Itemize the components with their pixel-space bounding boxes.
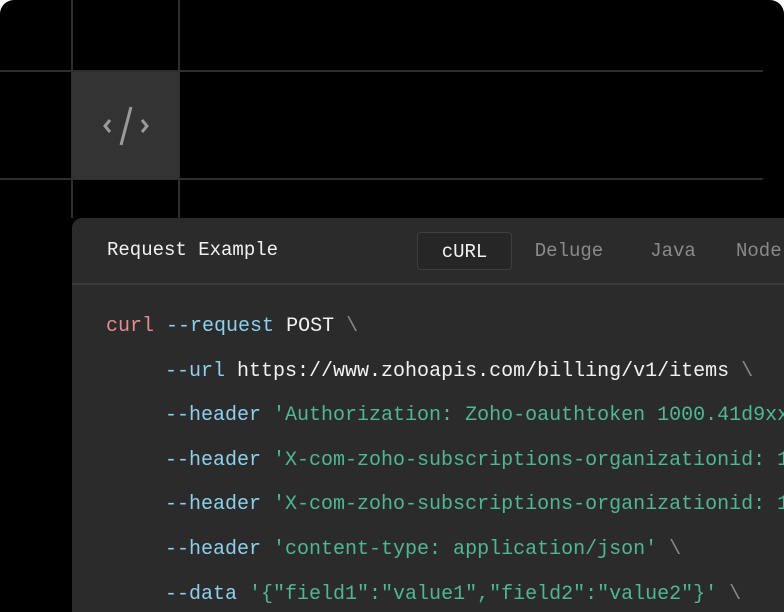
code-line: --header 'X-com-zoho-subscriptions-organ… xyxy=(106,449,784,473)
code-icon-tile xyxy=(72,72,179,179)
code-continuation: \ xyxy=(741,359,754,383)
code-string: '{"field1":"value1","field2":"value2"}' xyxy=(249,582,718,606)
code-flag: --url xyxy=(165,359,226,383)
code-line: --data '{"field1":"value1","field2":"val… xyxy=(106,583,784,607)
code-command: curl xyxy=(106,315,155,338)
code-string: 'Authorization: Zoho-oauthtoken 1000.41d… xyxy=(273,404,784,428)
code-flag: --header xyxy=(165,448,262,472)
panel-header: Request Example cURL Deluge Java Node xyxy=(72,218,784,285)
request-example-panel: Request Example cURL Deluge Java Node cu… xyxy=(72,218,784,612)
code-line: --url https://www.zohoapis.com/billing/v… xyxy=(106,360,784,384)
code-flag: --header xyxy=(165,493,262,517)
code-line: --header 'content-type: application/json… xyxy=(106,538,784,562)
tab-curl[interactable]: cURL xyxy=(417,232,512,270)
code-continuation: \ xyxy=(729,582,742,606)
code-value: POST xyxy=(286,315,335,338)
code-string: 'content-type: application/json' xyxy=(273,537,658,561)
panel-title: Request Example xyxy=(107,239,279,261)
code-line: curl --request POST \ xyxy=(106,315,784,339)
code-line: --header 'Authorization: Zoho-oauthtoken… xyxy=(106,404,784,428)
code-continuation: \ xyxy=(346,315,359,338)
code-flag: --request xyxy=(166,315,275,338)
code-continuation: \ xyxy=(669,537,682,561)
code-string: 'X-com-zoho-subscriptions-organizationid… xyxy=(273,448,784,472)
page-background: Request Example cURL Deluge Java Node cu… xyxy=(0,0,784,612)
tab-deluge[interactable]: Deluge xyxy=(514,232,624,270)
code-flag: --header xyxy=(165,404,262,428)
code-value: https://www.zohoapis.com/billing/v1/item… xyxy=(237,359,730,383)
code-brackets-icon xyxy=(102,106,149,145)
code-flag: --header xyxy=(165,537,262,561)
code-block: curl --request POST \ --url https://www.z… xyxy=(106,315,784,607)
language-tabs: cURL Deluge Java Node xyxy=(417,232,782,270)
tab-java[interactable]: Java xyxy=(624,232,722,270)
code-line: --header 'X-com-zoho-subscriptions-organ… xyxy=(106,493,784,517)
code-string: 'X-com-zoho-subscriptions-organizationid… xyxy=(273,493,784,517)
tab-node[interactable]: Node xyxy=(722,232,782,270)
code-flag: --data xyxy=(165,582,238,606)
